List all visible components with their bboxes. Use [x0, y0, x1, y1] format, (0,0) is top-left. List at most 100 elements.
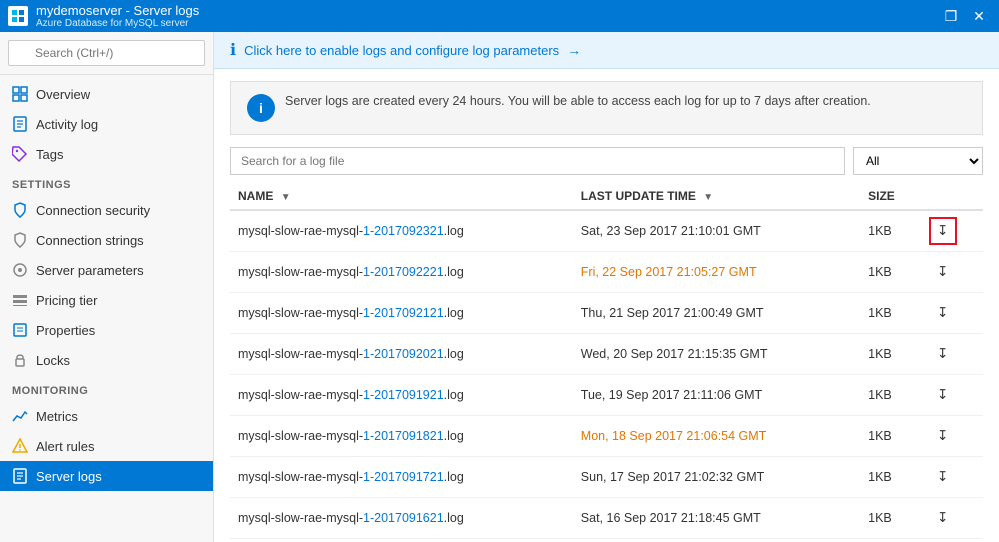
server-logs-label: Server logs [36, 469, 102, 484]
log-name-link[interactable]: 1-2017091821 [363, 429, 444, 443]
log-name-prefix: mysql-slow-rae-mysql- [238, 511, 363, 525]
log-time-text: Thu, 21 Sep 2017 21:00:49 GMT [581, 306, 764, 320]
log-name-link[interactable]: 1-2017091921 [363, 388, 444, 402]
banner-info-icon: ℹ [230, 40, 236, 60]
sidebar-item-server-parameters[interactable]: Server parameters [0, 255, 213, 285]
sidebar-item-server-logs[interactable]: Server logs [0, 461, 213, 491]
name-sort-icon[interactable]: ▼ [281, 192, 291, 203]
log-size-cell: 1KB [860, 498, 920, 539]
log-size-text: 1KB [868, 429, 892, 443]
log-name-prefix: mysql-slow-rae-mysql- [238, 470, 363, 484]
download-button[interactable]: ↧ [929, 381, 957, 409]
log-name-prefix: mysql-slow-rae-mysql- [238, 388, 363, 402]
log-time-text: Fri, 22 Sep 2017 21:05:27 GMT [581, 265, 757, 279]
alert-rules-label: Alert rules [36, 439, 95, 454]
log-size-cell: 1KB [860, 539, 920, 542]
info-box-icon: i [247, 94, 275, 122]
metrics-label: Metrics [36, 409, 78, 424]
monitoring-section-label: MONITORING [0, 375, 213, 401]
titlebar-left: mydemoserver - Server logs Azure Databas… [8, 3, 199, 29]
server-params-icon [12, 262, 28, 278]
table-row: mysql-slow-rae-mysql-1-2017092021.logWed… [230, 334, 983, 375]
server-parameters-label: Server parameters [36, 263, 144, 278]
settings-section-label: SETTINGS [0, 169, 213, 195]
log-download-cell: ↧ [921, 252, 983, 293]
locks-icon [12, 352, 28, 368]
search-wrap: 🔍 [8, 40, 205, 66]
log-name-link[interactable]: 1-2017092021 [363, 347, 444, 361]
log-time-text: Sun, 17 Sep 2017 21:02:32 GMT [581, 470, 764, 484]
restore-button[interactable]: ❐ [939, 4, 963, 28]
table-row: mysql-slow-rae-mysql-1-2017091521.logFri… [230, 539, 983, 542]
titlebar: mydemoserver - Server logs Azure Databas… [0, 0, 999, 32]
sidebar-item-connection-security[interactable]: Connection security [0, 195, 213, 225]
download-button[interactable]: ↧ [929, 258, 957, 286]
search-input[interactable] [8, 40, 205, 66]
log-name-cell: mysql-slow-rae-mysql-1-2017092121.log [230, 293, 573, 334]
log-size-cell: 1KB [860, 334, 920, 375]
log-name-cell: mysql-slow-rae-mysql-1-2017092221.log [230, 252, 573, 293]
time-sort-icon[interactable]: ▼ [703, 192, 713, 203]
log-name-prefix: mysql-slow-rae-mysql- [238, 265, 363, 279]
connection-strings-icon [12, 232, 28, 248]
metrics-icon [12, 408, 28, 424]
log-table: NAME ▼ LAST UPDATE TIME ▼ SIZE [230, 183, 983, 542]
log-name-cell: mysql-slow-rae-mysql-1-2017091921.log [230, 375, 573, 416]
log-name-prefix: mysql-slow-rae-mysql- [238, 306, 363, 320]
table-row: mysql-slow-rae-mysql-1-2017091821.logMon… [230, 416, 983, 457]
close-button[interactable]: ✕ [967, 4, 991, 28]
log-time-cell: Thu, 21 Sep 2017 21:00:49 GMT [573, 293, 860, 334]
alert-rules-icon [12, 438, 28, 454]
log-download-cell: ↧ [921, 334, 983, 375]
sidebar-item-connection-strings[interactable]: Connection strings [0, 225, 213, 255]
download-button[interactable]: ↧ [929, 299, 957, 327]
log-time-cell: Sat, 16 Sep 2017 21:18:45 GMT [573, 498, 860, 539]
log-name-suffix: .log [444, 470, 464, 484]
activity-log-label: Activity log [36, 117, 98, 132]
main-layout: 🔍 Overview Activity log [0, 32, 999, 542]
table-row: mysql-slow-rae-mysql-1-2017091621.logSat… [230, 498, 983, 539]
download-button[interactable]: ↧ [929, 463, 957, 491]
log-name-link[interactable]: 1-2017092121 [363, 306, 444, 320]
sidebar-item-properties[interactable]: Properties [0, 315, 213, 345]
log-name-link[interactable]: 1-2017092321 [363, 224, 444, 238]
log-time-cell: Sun, 17 Sep 2017 21:02:32 GMT [573, 457, 860, 498]
log-name-link[interactable]: 1-2017091721 [363, 470, 444, 484]
sidebar-item-overview[interactable]: Overview [0, 79, 213, 109]
log-name-cell: mysql-slow-rae-mysql-1-2017091821.log [230, 416, 573, 457]
filter-select[interactable]: All [853, 147, 983, 175]
tags-label: Tags [36, 147, 63, 162]
log-download-cell: ↧ [921, 416, 983, 457]
log-size-text: 1KB [868, 388, 892, 402]
log-time-text: Sat, 23 Sep 2017 21:10:01 GMT [581, 224, 761, 238]
log-size-text: 1KB [868, 224, 892, 238]
log-name-cell: mysql-slow-rae-mysql-1-2017092021.log [230, 334, 573, 375]
log-size-cell: 1KB [860, 416, 920, 457]
download-button[interactable]: ↧ [929, 504, 957, 532]
sidebar-item-activity-log[interactable]: Activity log [0, 109, 213, 139]
top-banner[interactable]: ℹ Click here to enable logs and configur… [214, 32, 999, 69]
sidebar-item-metrics[interactable]: Metrics [0, 401, 213, 431]
log-name-prefix: mysql-slow-rae-mysql- [238, 429, 363, 443]
titlebar-titles: mydemoserver - Server logs Azure Databas… [36, 3, 199, 29]
table-row: mysql-slow-rae-mysql-1-2017092221.log Fri… [230, 252, 983, 293]
log-time-text: Tue, 19 Sep 2017 21:11:06 GMT [581, 388, 762, 402]
download-button[interactable]: ↧ [929, 422, 957, 450]
sidebar-item-pricing-tier[interactable]: Pricing tier [0, 285, 213, 315]
log-name-link[interactable]: 1-2017092221 [363, 265, 444, 279]
log-time-cell: Tue, 19 Sep 2017 21:11:06 GMT [573, 375, 860, 416]
log-size-cell: 1KB [860, 375, 920, 416]
app-icon [8, 6, 28, 26]
sidebar-item-tags[interactable]: Tags [0, 139, 213, 169]
sidebar-item-alert-rules[interactable]: Alert rules [0, 431, 213, 461]
titlebar-controls: ❐ ✕ [939, 4, 991, 28]
log-name-suffix: .log [444, 265, 464, 279]
tags-icon [12, 146, 28, 162]
sidebar-item-locks[interactable]: Locks [0, 345, 213, 375]
download-button[interactable]: ↧ [929, 340, 957, 368]
locks-label: Locks [36, 353, 70, 368]
log-name-link[interactable]: 1-2017091621 [363, 511, 444, 525]
download-button-highlighted[interactable]: ↧ [929, 217, 957, 245]
log-size-text: 1KB [868, 511, 892, 525]
log-search-input[interactable] [230, 147, 845, 175]
